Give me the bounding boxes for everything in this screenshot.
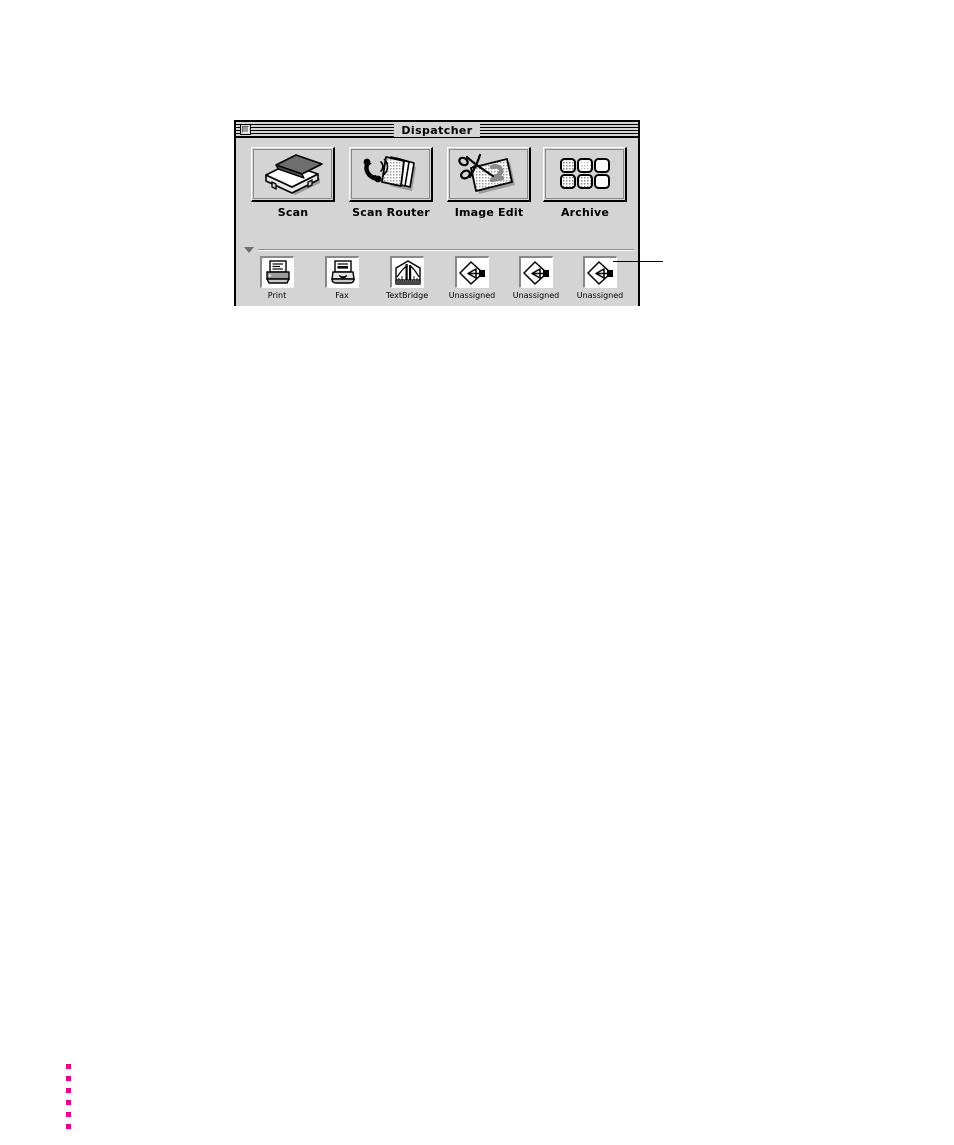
scan-label: Scan: [277, 206, 309, 219]
primary-item-scan-router[interactable]: Scan Router: [346, 147, 436, 219]
primary-icon-row: Scan Scan Router Image Edit Archive: [236, 147, 642, 227]
window-body: Scan Scan Router Image Edit Archive Prin…: [236, 138, 638, 306]
registration-dot: [66, 1100, 71, 1105]
window-titlebar[interactable]: Dispatcher: [236, 122, 638, 138]
primary-item-image-edit[interactable]: Image Edit: [444, 147, 534, 219]
dispatcher-window: Dispatcher Scan Scan Router Image Edit A…: [234, 120, 640, 306]
printer-icon: [265, 259, 290, 284]
registration-dot: [66, 1076, 71, 1081]
unassigned-label-3: Unassigned: [576, 291, 624, 300]
scissors-image-icon: [457, 153, 515, 194]
divider-line: [258, 249, 634, 251]
unassigned-button-1[interactable]: [455, 256, 489, 288]
fax-button[interactable]: [325, 256, 359, 288]
scanner-icon: [264, 154, 323, 195]
archive-label: Archive: [560, 206, 610, 219]
image-edit-label: Image Edit: [454, 206, 524, 219]
scan-router-button[interactable]: [349, 147, 433, 202]
registration-dot: [66, 1112, 71, 1117]
unassigned-button-3[interactable]: [583, 256, 617, 288]
phone-documents-icon: [363, 156, 416, 191]
scan-button[interactable]: [251, 147, 335, 202]
unassigned-label-2: Unassigned: [512, 291, 560, 300]
registration-dot: [66, 1088, 71, 1093]
callout-leader-line: [613, 261, 663, 262]
secondary-item-textbridge[interactable]: TextBridge: [375, 256, 439, 300]
fax-label: Fax: [335, 291, 349, 300]
textbridge-button[interactable]: [390, 256, 424, 288]
unassigned-button-2[interactable]: [519, 256, 553, 288]
print-button[interactable]: [260, 256, 294, 288]
print-label: Print: [267, 291, 287, 300]
registration-dot: [66, 1124, 71, 1129]
secondary-item-unassigned-2[interactable]: Unassigned: [504, 256, 568, 300]
secondary-icon-row: Print Fax TextBridge Unassigned Unassign…: [236, 256, 642, 304]
secondary-item-unassigned-3[interactable]: Unassigned: [568, 256, 632, 300]
fax-machine-icon: [330, 259, 355, 284]
registration-dot: [66, 1064, 71, 1069]
primary-item-archive[interactable]: Archive: [540, 147, 630, 219]
grid-thumbnails-icon: [559, 158, 610, 189]
primary-item-scan[interactable]: Scan: [248, 147, 338, 219]
close-box[interactable]: [240, 124, 251, 135]
secondary-item-print[interactable]: Print: [245, 256, 309, 300]
registration-marks: [66, 1064, 76, 1134]
bridge-icon: [394, 259, 421, 285]
diamond-plug-icon: [522, 260, 549, 285]
secondary-item-unassigned-1[interactable]: Unassigned: [440, 256, 504, 300]
scan-router-label: Scan Router: [352, 206, 430, 219]
image-edit-button[interactable]: [447, 147, 531, 202]
diamond-plug-icon: [458, 260, 485, 285]
divider-row: [236, 246, 642, 256]
secondary-item-fax[interactable]: Fax: [310, 256, 374, 300]
diamond-plug-icon: [586, 260, 613, 285]
textbridge-label: TextBridge: [385, 291, 429, 300]
titlebar-stripes: [236, 122, 638, 137]
archive-button[interactable]: [543, 147, 627, 202]
triangle-down-icon[interactable]: [244, 247, 254, 253]
unassigned-label-1: Unassigned: [448, 291, 496, 300]
